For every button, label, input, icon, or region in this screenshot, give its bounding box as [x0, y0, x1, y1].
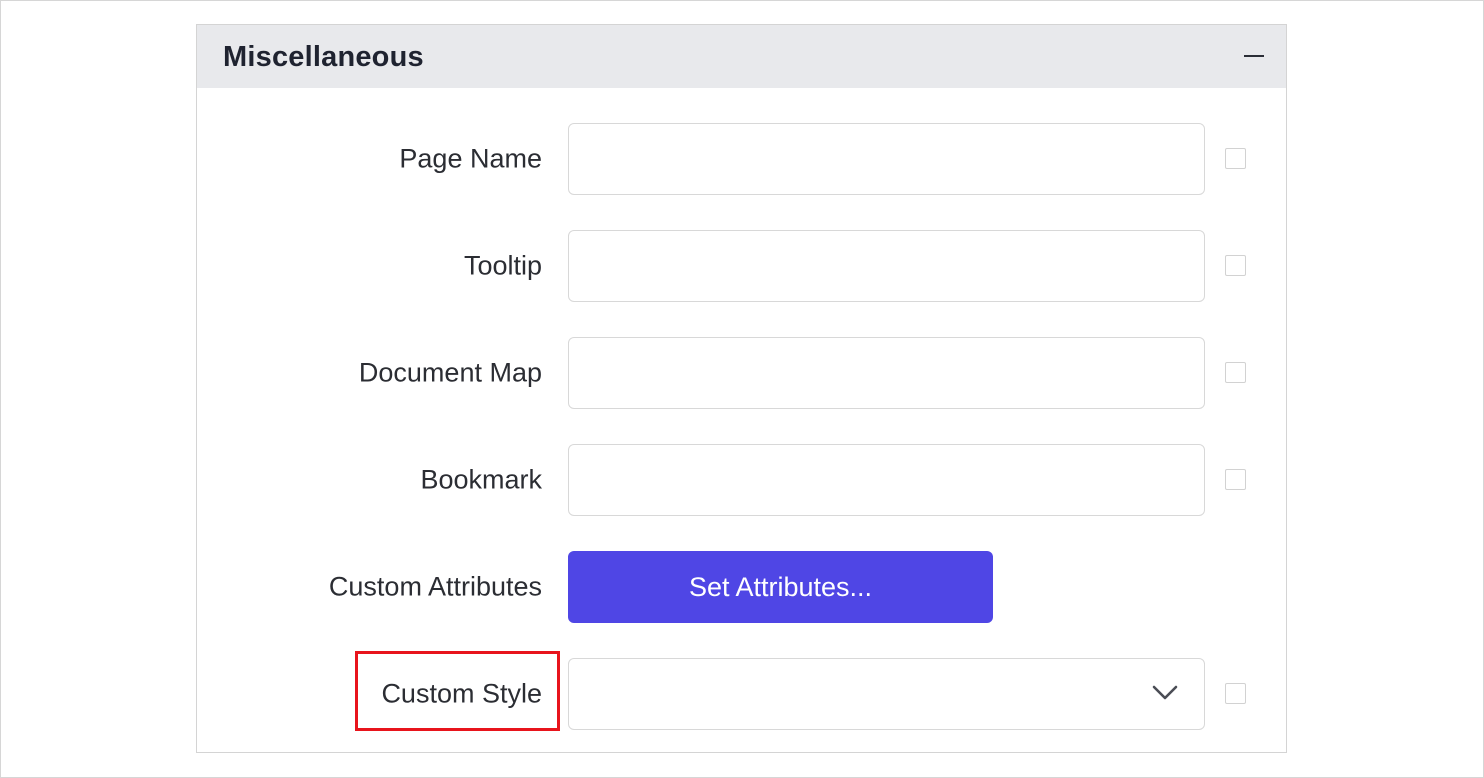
document-map-checkbox[interactable]: [1225, 362, 1246, 383]
custom-style-label: Custom Style: [381, 678, 542, 709]
bookmark-input[interactable]: [568, 444, 1205, 516]
tooltip-label: Tooltip: [463, 250, 542, 281]
page-name-row: Page Name: [197, 123, 1286, 195]
page-name-checkbox[interactable]: [1225, 148, 1246, 169]
bookmark-label: Bookmark: [420, 464, 542, 495]
document-map-row: Document Map: [197, 337, 1286, 409]
tooltip-checkbox[interactable]: [1225, 255, 1246, 276]
page-name-label: Page Name: [399, 143, 542, 174]
page-name-input[interactable]: [568, 123, 1205, 195]
custom-style-dropdown[interactable]: [568, 658, 1205, 730]
miscellaneous-panel: Miscellaneous Page Name Tooltip Document…: [196, 24, 1287, 753]
custom-style-checkbox[interactable]: [1225, 683, 1246, 704]
bookmark-row: Bookmark: [197, 444, 1286, 516]
document-map-label: Document Map: [358, 357, 542, 388]
panel-title: Miscellaneous: [223, 41, 424, 73]
custom-attributes-row: Custom Attributes Set Attributes...: [197, 551, 1286, 623]
panel-header[interactable]: Miscellaneous: [197, 25, 1286, 88]
custom-attributes-label: Custom Attributes: [328, 571, 542, 602]
collapse-minus-icon[interactable]: [1242, 43, 1268, 69]
tooltip-row: Tooltip: [197, 230, 1286, 302]
chevron-down-icon: [1152, 685, 1178, 700]
set-attributes-button[interactable]: Set Attributes...: [568, 551, 993, 623]
document-map-input[interactable]: [568, 337, 1205, 409]
bookmark-checkbox[interactable]: [1225, 469, 1246, 490]
custom-style-row: Custom Style: [197, 651, 1286, 731]
tooltip-input[interactable]: [568, 230, 1205, 302]
